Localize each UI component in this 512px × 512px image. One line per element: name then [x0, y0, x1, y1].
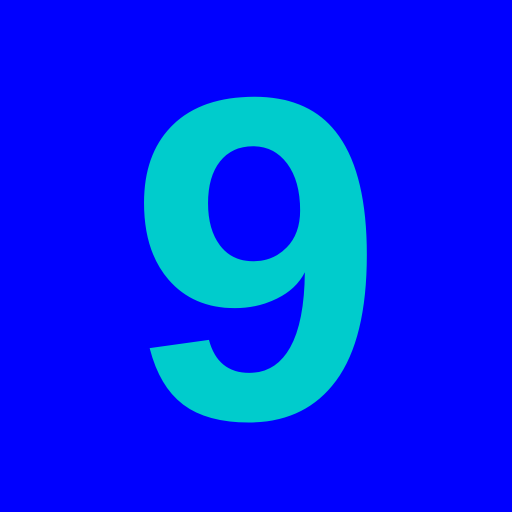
number-tile: 9	[0, 0, 512, 512]
digit-nine: 9	[128, 3, 384, 512]
